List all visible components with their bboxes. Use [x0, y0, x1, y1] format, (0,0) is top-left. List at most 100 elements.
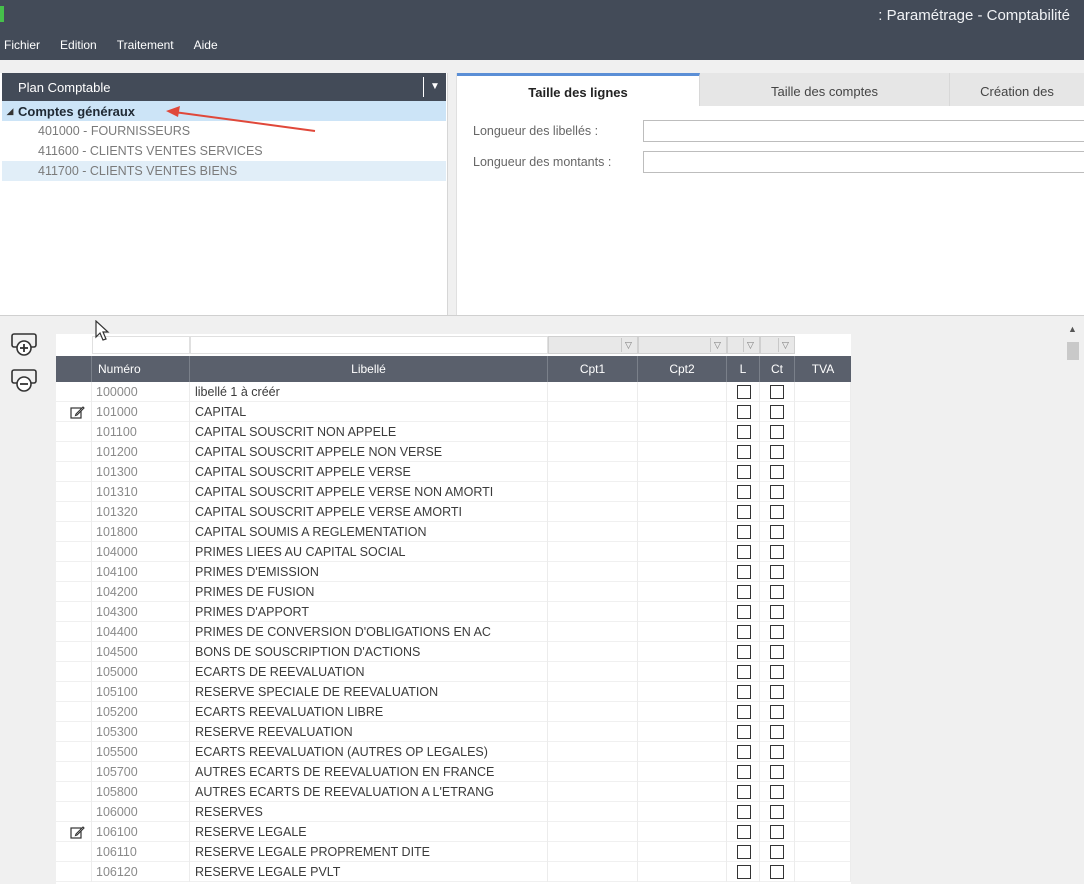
cell-cpt2[interactable] — [638, 422, 727, 442]
cell-libelle[interactable]: CAPITAL SOUSCRIT APPELE VERSE NON AMORTI — [190, 482, 548, 502]
checkbox-l[interactable] — [737, 645, 751, 659]
cell-cpt2[interactable] — [638, 382, 727, 402]
cell-numero[interactable]: 101300 — [92, 462, 190, 482]
table-row[interactable]: 106120 RESERVE LEGALE PVLT — [56, 862, 851, 882]
column-header-cpt1[interactable]: Cpt1 — [548, 356, 638, 382]
cell-cpt1[interactable] — [548, 482, 638, 502]
cell-libelle[interactable]: libellé 1 à créér — [190, 382, 548, 402]
filter-ct[interactable]: ▽ — [760, 336, 795, 354]
checkbox-l[interactable] — [737, 525, 751, 539]
cell-numero[interactable]: 106000 — [92, 802, 190, 822]
checkbox-l[interactable] — [737, 465, 751, 479]
cell-cpt1[interactable] — [548, 562, 638, 582]
cell-libelle[interactable]: PRIMES D'EMISSION — [190, 562, 548, 582]
cell-cpt1[interactable] — [548, 702, 638, 722]
column-header-libelle[interactable]: Libellé — [190, 356, 548, 382]
cell-libelle[interactable]: RESERVE LEGALE PVLT — [190, 862, 548, 882]
filter-l[interactable]: ▽ — [727, 336, 760, 354]
checkbox-ct[interactable] — [770, 525, 784, 539]
cell-libelle[interactable]: BONS DE SOUSCRIPTION D'ACTIONS — [190, 642, 548, 662]
cell-libelle[interactable]: AUTRES ECARTS DE REEVALUATION EN FRANCE — [190, 762, 548, 782]
cell-cpt1[interactable] — [548, 682, 638, 702]
cell-tva[interactable] — [795, 622, 851, 642]
cell-numero[interactable]: 100000 — [92, 382, 190, 402]
cell-numero[interactable]: 105800 — [92, 782, 190, 802]
cell-numero[interactable]: 104300 — [92, 602, 190, 622]
cell-libelle[interactable]: CAPITAL SOUSCRIT APPELE NON VERSE — [190, 442, 548, 462]
cell-cpt2[interactable] — [638, 402, 727, 422]
cell-libelle[interactable]: PRIMES DE FUSION — [190, 582, 548, 602]
checkbox-ct[interactable] — [770, 805, 784, 819]
column-header-l[interactable]: L — [727, 356, 760, 382]
checkbox-ct[interactable] — [770, 645, 784, 659]
cell-tva[interactable] — [795, 442, 851, 462]
cell-numero[interactable]: 106120 — [92, 862, 190, 882]
checkbox-ct[interactable] — [770, 725, 784, 739]
checkbox-l[interactable] — [737, 585, 751, 599]
cell-cpt1[interactable] — [548, 642, 638, 662]
column-header-tva[interactable]: TVA — [795, 356, 851, 382]
cell-cpt1[interactable] — [548, 762, 638, 782]
cell-libelle[interactable]: CAPITAL — [190, 402, 548, 422]
table-row[interactable]: 104500 BONS DE SOUSCRIPTION D'ACTIONS — [56, 642, 851, 662]
cell-cpt1[interactable] — [548, 822, 638, 842]
cell-tva[interactable] — [795, 462, 851, 482]
checkbox-ct[interactable] — [770, 605, 784, 619]
table-row[interactable]: 105500 ECARTS REEVALUATION (AUTRES OP LEG… — [56, 742, 851, 762]
vertical-scrollbar[interactable]: ▲ — [1062, 316, 1084, 884]
cell-libelle[interactable]: CAPITAL SOUSCRIT NON APPELE — [190, 422, 548, 442]
cell-numero[interactable]: 105000 — [92, 662, 190, 682]
checkbox-ct[interactable] — [770, 425, 784, 439]
cell-cpt1[interactable] — [548, 402, 638, 422]
cell-tva[interactable] — [795, 682, 851, 702]
table-row[interactable]: 105300 RESERVE REEVALUATION — [56, 722, 851, 742]
cell-libelle[interactable]: ECARTS REEVALUATION (AUTRES OP LEGALES) — [190, 742, 548, 762]
cell-tva[interactable] — [795, 602, 851, 622]
cell-libelle[interactable]: RESERVE REEVALUATION — [190, 722, 548, 742]
checkbox-ct[interactable] — [770, 705, 784, 719]
cell-cpt2[interactable] — [638, 642, 727, 662]
cell-libelle[interactable]: CAPITAL SOUSCRIT APPELE VERSE AMORTI — [190, 502, 548, 522]
checkbox-ct[interactable] — [770, 385, 784, 399]
table-row[interactable]: 101300 CAPITAL SOUSCRIT APPELE VERSE — [56, 462, 851, 482]
table-row[interactable]: 105800 AUTRES ECARTS DE REEVALUATION A L'… — [56, 782, 851, 802]
checkbox-ct[interactable] — [770, 485, 784, 499]
checkbox-ct[interactable] — [770, 785, 784, 799]
cell-cpt2[interactable] — [638, 462, 727, 482]
table-row[interactable]: 101000 CAPITAL — [56, 402, 851, 422]
table-row[interactable]: 104100 PRIMES D'EMISSION — [56, 562, 851, 582]
cell-numero[interactable]: 105700 — [92, 762, 190, 782]
checkbox-ct[interactable] — [770, 445, 784, 459]
checkbox-l[interactable] — [737, 725, 751, 739]
cell-tva[interactable] — [795, 822, 851, 842]
checkbox-ct[interactable] — [770, 625, 784, 639]
checkbox-ct[interactable] — [770, 665, 784, 679]
tab-creation-des[interactable]: Création des — [950, 73, 1084, 106]
cell-tva[interactable] — [795, 562, 851, 582]
checkbox-l[interactable] — [737, 705, 751, 719]
chevron-down-icon[interactable]: ▽ — [778, 338, 792, 352]
pencil-icon[interactable] — [70, 405, 85, 420]
cell-cpt2[interactable] — [638, 502, 727, 522]
cell-cpt1[interactable] — [548, 782, 638, 802]
cell-cpt1[interactable] — [548, 422, 638, 442]
cell-numero[interactable]: 101100 — [92, 422, 190, 442]
menu-edition[interactable]: Edition — [60, 38, 97, 52]
checkbox-l[interactable] — [737, 505, 751, 519]
tab-taille-des-comptes[interactable]: Taille des comptes — [700, 73, 950, 106]
table-row[interactable]: 106100 RESERVE LEGALE — [56, 822, 851, 842]
cell-libelle[interactable]: RESERVE LEGALE PROPREMENT DITE — [190, 842, 548, 862]
tree-node-411600[interactable]: 411600 - CLIENTS VENTES SERVICES — [2, 141, 446, 161]
menu-traitement[interactable]: Traitement — [117, 38, 174, 52]
checkbox-l[interactable] — [737, 825, 751, 839]
filter-cpt2[interactable]: ▽ — [638, 336, 727, 354]
checkbox-ct[interactable] — [770, 845, 784, 859]
cell-numero[interactable]: 105200 — [92, 702, 190, 722]
cell-cpt2[interactable] — [638, 762, 727, 782]
cell-numero[interactable]: 101200 — [92, 442, 190, 462]
cell-tva[interactable] — [795, 842, 851, 862]
chevron-down-icon[interactable]: ▼ — [428, 80, 442, 94]
checkbox-ct[interactable] — [770, 465, 784, 479]
pencil-icon[interactable] — [70, 825, 85, 840]
checkbox-ct[interactable] — [770, 545, 784, 559]
